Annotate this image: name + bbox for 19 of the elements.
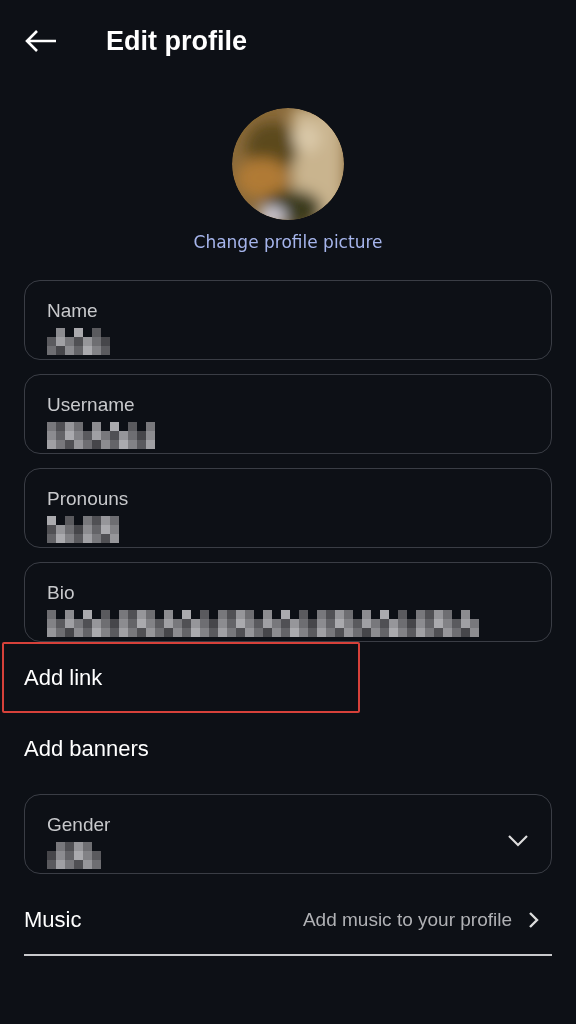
text-field[interactable]: Pronouns (24, 468, 552, 548)
text-field[interactable]: Bio (24, 562, 552, 642)
music-label[interactable]: Music (24, 907, 82, 933)
field-label: Name (47, 299, 99, 322)
field-label: Pronouns (47, 487, 129, 510)
add-link-button[interactable]: Add link (2, 642, 360, 713)
field-label: Username (47, 393, 136, 416)
chevron-right-icon (528, 911, 540, 929)
music-hint[interactable]: Add music to your profile (302, 909, 512, 931)
field-label: Bio (47, 581, 76, 604)
back-arrow-icon[interactable] (24, 29, 58, 53)
text-field[interactable]: Name (24, 280, 552, 360)
chevron-down-icon (507, 834, 529, 848)
page-title: Edit profile (106, 25, 247, 57)
change-picture-link[interactable]: Change profile picture (193, 232, 383, 252)
add-link-button[interactable]: Add banners (2, 713, 360, 784)
text-field[interactable]: Username (24, 374, 552, 454)
field-label: Gender (47, 813, 111, 836)
dropdown-field[interactable]: Gender (24, 794, 552, 874)
